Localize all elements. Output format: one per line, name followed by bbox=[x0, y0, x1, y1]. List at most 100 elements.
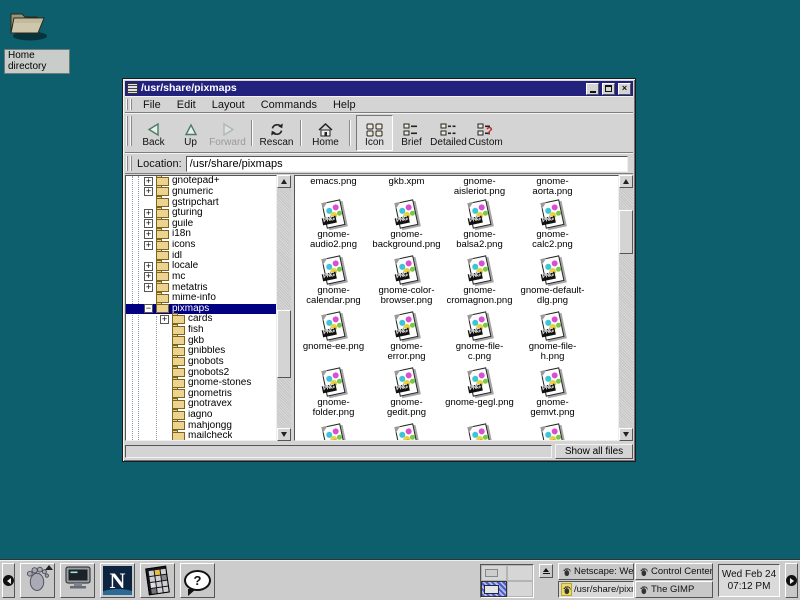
toolbar-button-detailed[interactable]: Detailed bbox=[430, 115, 467, 151]
tree-expander-expand-icon[interactable]: + bbox=[144, 262, 153, 271]
tree-scroll-up-button[interactable] bbox=[277, 175, 291, 188]
tree-item-gnumeric[interactable]: +gnumeric bbox=[126, 187, 276, 198]
file-item[interactable]: PNG bbox=[297, 424, 370, 441]
tree-expander-expand-icon[interactable]: + bbox=[144, 230, 153, 239]
desktop-pager[interactable] bbox=[480, 564, 534, 598]
file-item-gnome-file-c.png[interactable]: PNGgnome-file-c.png bbox=[443, 312, 516, 362]
tree-expander-expand-icon[interactable]: + bbox=[144, 209, 153, 218]
tree-expander-expand-icon[interactable]: + bbox=[160, 315, 169, 324]
file-item-gnome-color-browser.png[interactable]: PNGgnome-color-browser.png bbox=[370, 256, 443, 306]
maximize-button[interactable] bbox=[602, 83, 615, 95]
tree-item-mahjongg[interactable]: mahjongg bbox=[126, 420, 276, 431]
tree-item-cards[interactable]: +cards bbox=[126, 314, 276, 325]
home-directory-desktop-icon[interactable]: Home directory bbox=[4, 4, 70, 74]
tree-scroll-down-button[interactable] bbox=[277, 428, 291, 441]
tree-item-gturing[interactable]: +gturing bbox=[126, 208, 276, 219]
toolbar-button-up[interactable]: Up bbox=[172, 115, 209, 151]
file-item-emacs.png[interactable]: emacs.png bbox=[297, 177, 370, 194]
tree-item-iagno[interactable]: iagno bbox=[126, 410, 276, 421]
tree-expander-collapse-icon[interactable]: − bbox=[144, 304, 153, 313]
iconview-scrollbar-thumb[interactable] bbox=[619, 210, 633, 254]
panel-hide-right-button[interactable] bbox=[785, 563, 798, 598]
minimize-button[interactable] bbox=[586, 83, 599, 95]
tree-item-gnobots[interactable]: gnobots bbox=[126, 357, 276, 368]
location-input[interactable] bbox=[186, 156, 628, 172]
tree-expander-expand-icon[interactable]: + bbox=[144, 241, 153, 250]
file-item[interactable]: PNG bbox=[516, 424, 589, 441]
tree-item-gnotepad+[interactable]: +gnotepad+ bbox=[126, 176, 276, 187]
toolbar-button-custom[interactable]: ?Custom bbox=[467, 115, 504, 151]
tree-item-gnometris[interactable]: gnometris bbox=[126, 389, 276, 400]
file-item-gnome-file-h.png[interactable]: PNGgnome-file-h.png bbox=[516, 312, 589, 362]
file-item-gnome-balsa2.png[interactable]: PNGgnome-balsa2.png bbox=[443, 200, 516, 250]
file-item-gnome-gegl.png[interactable]: PNGgnome-gegl.png bbox=[443, 368, 516, 418]
menu-commands[interactable]: Commands bbox=[253, 98, 325, 112]
tree-item-gkb[interactable]: gkb bbox=[126, 335, 276, 346]
toolbar-button-brief[interactable]: Brief bbox=[393, 115, 430, 151]
toolbar-button-back[interactable]: Back bbox=[135, 115, 172, 151]
task-button[interactable]: The GIMP bbox=[635, 581, 713, 598]
window-titlebar[interactable]: /usr/share/pixmaps × bbox=[125, 81, 633, 96]
toolbar-button-rescan[interactable]: Rescan bbox=[258, 115, 295, 151]
file-item-gnome-gedit.png[interactable]: PNGgnome-gedit.png bbox=[370, 368, 443, 418]
menu-layout[interactable]: Layout bbox=[204, 98, 253, 112]
file-item[interactable]: PNG bbox=[443, 424, 516, 441]
tree-item-mc[interactable]: +mc bbox=[126, 272, 276, 283]
file-item-gnome-error.png[interactable]: PNGgnome-error.png bbox=[370, 312, 443, 362]
tree-item-idl[interactable]: idl bbox=[126, 250, 276, 261]
tasklist-expand-button[interactable] bbox=[539, 564, 553, 578]
tree-expander-expand-icon[interactable]: + bbox=[144, 283, 153, 292]
filter-status[interactable]: Show all files bbox=[555, 444, 633, 459]
file-item-gnome-audio2.png[interactable]: PNGgnome-audio2.png bbox=[297, 200, 370, 250]
menu-file[interactable]: File bbox=[135, 98, 169, 112]
tree-item-fish[interactable]: fish bbox=[126, 325, 276, 336]
menubar-grip-handle[interactable] bbox=[126, 99, 133, 110]
tree-item-gnobots2[interactable]: gnobots2 bbox=[126, 367, 276, 378]
file-item-gnome-background.png[interactable]: PNGgnome-background.png bbox=[370, 200, 443, 250]
tree-item-locale[interactable]: +locale bbox=[126, 261, 276, 272]
panel-hide-left-button[interactable] bbox=[2, 563, 15, 598]
menu-edit[interactable]: Edit bbox=[169, 98, 204, 112]
iconview-scroll-down-button[interactable] bbox=[619, 428, 633, 441]
icon-view-scrollbar[interactable] bbox=[619, 175, 633, 441]
tree-expander-expand-icon[interactable]: + bbox=[144, 177, 153, 186]
menu-help[interactable]: Help bbox=[325, 98, 364, 112]
tree-item-gnibbles[interactable]: gnibbles bbox=[126, 346, 276, 357]
locationbar-grip-handle[interactable] bbox=[126, 156, 133, 171]
task-button[interactable]: /usr/share/pixm... bbox=[558, 581, 634, 598]
pager-desktop-4[interactable] bbox=[507, 581, 533, 597]
file-item-gnome-default-dlg.png[interactable]: PNGgnome-default-dlg.png bbox=[516, 256, 589, 306]
file-item-gnome-folder.png[interactable]: PNGgnome-folder.png bbox=[297, 368, 370, 418]
file-item-gnome-calendar.png[interactable]: PNGgnome-calendar.png bbox=[297, 256, 370, 306]
file-item-gnome-calc2.png[interactable]: PNGgnome-calc2.png bbox=[516, 200, 589, 250]
task-button[interactable]: Netscape: Welc... bbox=[558, 563, 634, 580]
tree-scrollbar[interactable] bbox=[277, 175, 291, 441]
tree-expander-expand-icon[interactable]: + bbox=[144, 272, 153, 281]
panel-clock[interactable]: Wed Feb 24 07:12 PM bbox=[718, 564, 780, 597]
file-item-gkb.xpm[interactable]: gkb.xpm bbox=[370, 177, 443, 194]
tree-expander-expand-icon[interactable]: + bbox=[144, 219, 153, 228]
tree-scrollbar-thumb[interactable] bbox=[277, 310, 291, 378]
tree-item-icons[interactable]: +icons bbox=[126, 240, 276, 251]
iconview-scroll-up-button[interactable] bbox=[619, 175, 633, 188]
tree-item-pixmaps[interactable]: −pixmaps bbox=[126, 304, 276, 315]
file-item-gnome-aisleriot.png[interactable]: gnome-aisleriot.png bbox=[443, 177, 516, 194]
launcher-keypad-button[interactable] bbox=[140, 563, 175, 598]
file-item-gnome-ee.png[interactable]: PNGgnome-ee.png bbox=[297, 312, 370, 362]
pager-desktop-1[interactable] bbox=[481, 565, 507, 581]
toolbar-button-icon[interactable]: Icon bbox=[356, 115, 393, 151]
tree-item-guile[interactable]: +guile bbox=[126, 219, 276, 230]
launcher-help-button[interactable]: ? bbox=[180, 563, 215, 598]
tree-item-gnotravex[interactable]: gnotravex bbox=[126, 399, 276, 410]
tree-item-gnome-stones[interactable]: gnome-stones bbox=[126, 378, 276, 389]
pager-desktop-2[interactable] bbox=[507, 565, 533, 581]
close-button[interactable]: × bbox=[618, 83, 631, 95]
tree-item-mime-info[interactable]: mime-info bbox=[126, 293, 276, 304]
file-item-gnome-gemvt.png[interactable]: PNGgnome-gemvt.png bbox=[516, 368, 589, 418]
tree-item-mailcheck[interactable]: mailcheck bbox=[126, 431, 276, 441]
toolbar-grip-handle[interactable] bbox=[126, 116, 133, 146]
launcher-netscape-button[interactable]: N bbox=[100, 563, 135, 598]
toolbar-button-home[interactable]: Home bbox=[307, 115, 344, 151]
tree-expander-expand-icon[interactable]: + bbox=[144, 187, 153, 196]
tree-item-i18n[interactable]: +i18n bbox=[126, 229, 276, 240]
